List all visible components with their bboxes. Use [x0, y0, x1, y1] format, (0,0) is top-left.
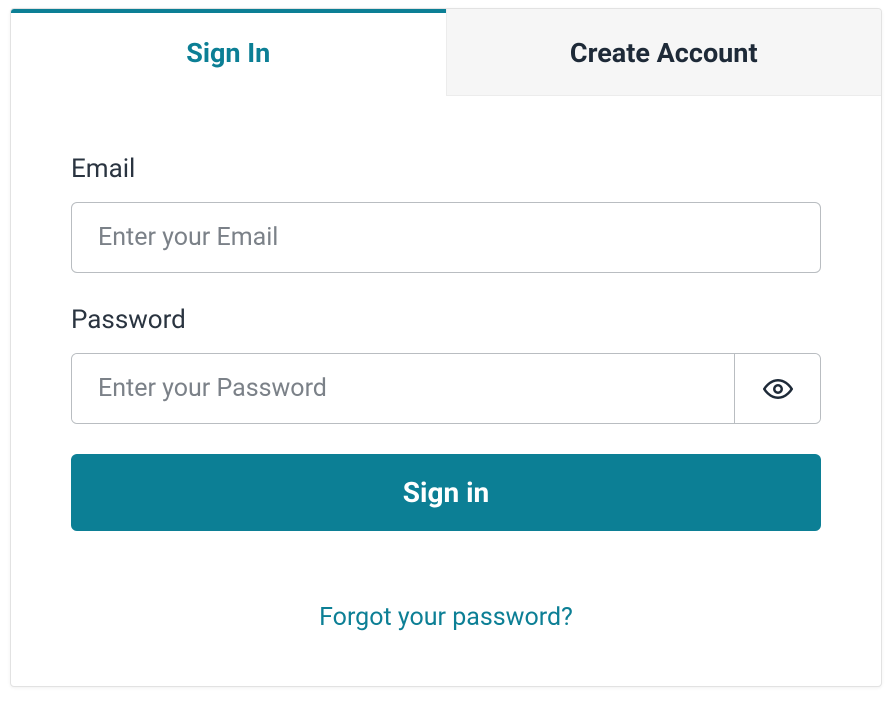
- password-field-wrap: [71, 353, 821, 424]
- signin-panel: Email Password Sign in Forgot your passw…: [11, 96, 881, 686]
- auth-tabs: Sign In Create Account: [11, 9, 881, 96]
- password-label: Password: [71, 305, 821, 335]
- password-input[interactable]: [72, 354, 734, 423]
- eye-icon: [763, 374, 793, 404]
- email-input[interactable]: [71, 202, 821, 273]
- toggle-password-visibility-button[interactable]: [734, 354, 820, 423]
- signin-button[interactable]: Sign in: [71, 454, 821, 531]
- tab-signin[interactable]: Sign In: [11, 9, 446, 96]
- signin-button-label: Sign in: [403, 476, 489, 509]
- auth-card: Sign In Create Account Email Password Si…: [10, 8, 882, 687]
- forgot-password-wrap: Forgot your password?: [71, 603, 821, 632]
- tab-create-account-label: Create Account: [570, 37, 758, 69]
- tab-create-account[interactable]: Create Account: [446, 9, 882, 96]
- forgot-password-link[interactable]: Forgot your password?: [319, 603, 573, 632]
- tab-signin-label: Sign In: [186, 37, 270, 69]
- forgot-password-label: Forgot your password?: [319, 603, 573, 632]
- email-label: Email: [71, 154, 821, 184]
